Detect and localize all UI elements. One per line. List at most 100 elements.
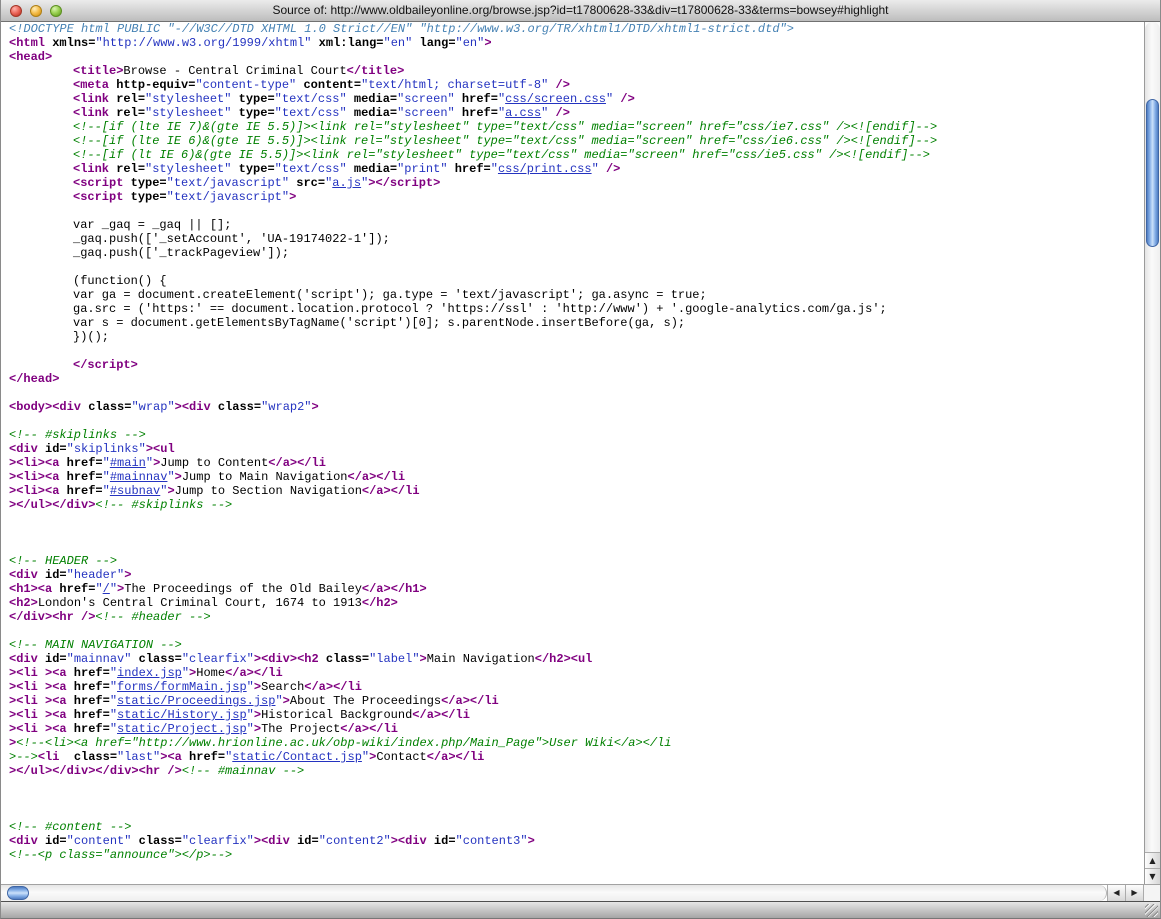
code-token: <link (73, 162, 109, 176)
code-token: Search (261, 680, 304, 694)
code-token: " (247, 722, 254, 736)
code-token: (function() { (73, 274, 167, 288)
minimize-button[interactable] (30, 5, 42, 17)
source-line (9, 204, 1144, 218)
source-line (9, 624, 1144, 638)
source-link[interactable]: a.js (332, 176, 361, 190)
source-link[interactable]: static/Contact.jsp (232, 750, 362, 764)
resize-grip-icon[interactable] (1145, 904, 1158, 917)
scroll-left-icon[interactable]: ◀ (1107, 885, 1125, 901)
title-bar[interactable]: Source of: http://www.oldbaileyonline.or… (1, 0, 1160, 22)
source-link[interactable]: / (103, 582, 110, 596)
code-token: "content" (67, 834, 132, 848)
source-line: <!--[if (lte IE 6)&(gte IE 5.5)]><link r… (9, 134, 1144, 148)
code-token: "text/css" (275, 162, 347, 176)
horizontal-scrollbar-track[interactable] (1, 885, 1107, 901)
code-token: ><li><a (9, 470, 59, 484)
code-token: "clearfix" (182, 652, 254, 666)
code-token: <script (73, 190, 123, 204)
code-token: id= (38, 568, 67, 582)
source-line: <!--<p class="announce"></p>--> (9, 848, 1144, 862)
close-button[interactable] (10, 5, 22, 17)
source-line: ><li ><a href="index.jsp">Home</a></li (9, 666, 1144, 680)
source-link[interactable]: static/Proceedings.jsp (117, 694, 275, 708)
source-link[interactable]: #subnav (110, 484, 160, 498)
source-line: <!--[if (lte IE 7)&(gte IE 5.5)]><link r… (9, 120, 1144, 134)
code-token: The Proceedings of the Old Bailey (124, 582, 362, 596)
code-token: </h2> (362, 596, 398, 610)
code-token: /> (599, 162, 621, 176)
scroll-up-icon[interactable]: ▲ (1145, 852, 1160, 868)
code-token: " (110, 582, 117, 596)
code-token: <div (9, 652, 38, 666)
code-token: </a></li (412, 708, 470, 722)
code-token: <!-- MAIN NAVIGATION --> (9, 638, 182, 652)
code-token: lang= (412, 36, 455, 50)
vertical-scrollbar[interactable]: ▲ ▼ (1144, 22, 1160, 884)
code-token: </a></h1> (362, 582, 427, 596)
code-token: <meta (73, 78, 109, 92)
code-token: "stylesheet" (145, 92, 231, 106)
code-token: " (182, 666, 189, 680)
code-token: rel= (109, 106, 145, 120)
vertical-scrollbar-arrows: ▲ ▼ (1145, 852, 1160, 884)
code-token: "last" (117, 750, 160, 764)
source-link[interactable]: forms/formMain.jsp (117, 680, 247, 694)
code-token: var ga = document.createElement('script'… (73, 288, 707, 302)
code-token: "content-type" (195, 78, 296, 92)
source-code-view[interactable]: <!DOCTYPE html PUBLIC "-//W3C//DTD XHTML… (1, 22, 1144, 884)
horizontal-scrollbar-thumb[interactable] (7, 886, 29, 900)
code-token: type= (123, 190, 166, 204)
code-token: ><div><h2 (254, 652, 319, 666)
source-line: ><li><a href="#mainnav">Jump to Main Nav… (9, 470, 1144, 484)
source-link[interactable]: a.css (505, 106, 541, 120)
code-token: " (95, 582, 102, 596)
source-link[interactable]: #mainnav (110, 470, 168, 484)
source-line: <link rel="stylesheet" type="text/css" m… (9, 106, 1144, 120)
code-token: ><ul (146, 442, 175, 456)
traffic-lights (10, 5, 62, 17)
source-link[interactable]: css/screen.css (505, 92, 606, 106)
zoom-button[interactable] (50, 5, 62, 17)
vertical-scrollbar-thumb[interactable] (1146, 99, 1159, 247)
source-line: <!-- #skiplinks --> (9, 428, 1144, 442)
code-token: Jump to Content (160, 456, 268, 470)
source-line: ><li ><a href="static/History.jsp">Histo… (9, 708, 1144, 722)
vertical-scrollbar-track[interactable] (1145, 22, 1160, 852)
code-token: media= (347, 92, 397, 106)
source-link[interactable]: #main (110, 456, 146, 470)
source-line (9, 260, 1144, 274)
code-token: rel= (109, 92, 145, 106)
code-token: <html (9, 36, 45, 50)
code-token: > (167, 484, 174, 498)
code-token: href= (59, 484, 102, 498)
code-token: class= (81, 400, 131, 414)
code-token: href= (59, 456, 102, 470)
code-token: </a></li (225, 666, 283, 680)
code-token: > (283, 694, 290, 708)
source-link[interactable]: static/History.jsp (117, 708, 247, 722)
code-token: /> (548, 78, 570, 92)
code-token: " (247, 680, 254, 694)
source-line: var ga = document.createElement('script'… (9, 288, 1144, 302)
code-token: <h2> (9, 596, 38, 610)
code-token: "clearfix" (182, 834, 254, 848)
code-token: </a></li (268, 456, 326, 470)
code-token: <!--[if (lt IE 6)&(gte IE 5.5)]><link re… (73, 148, 930, 162)
source-link[interactable]: static/Project.jsp (117, 722, 247, 736)
code-token: "text/javascript" (167, 176, 289, 190)
code-token: " (247, 708, 254, 722)
source-line: <div id="content" class="clearfix"><div … (9, 834, 1144, 848)
source-link[interactable]: index.jsp (117, 666, 182, 680)
code-token: </a></li (304, 680, 362, 694)
scroll-right-icon[interactable]: ▶ (1125, 885, 1143, 901)
source-link[interactable]: css/print.css (498, 162, 592, 176)
source-line: <html xmlns="http://www.w3.org/1999/xhtm… (9, 36, 1144, 50)
code-token: ><li ><a (9, 680, 67, 694)
scroll-down-icon[interactable]: ▼ (1145, 868, 1160, 884)
code-token: </div><hr /> (9, 610, 95, 624)
code-token: ><li ><a (9, 722, 67, 736)
code-token: ></ul></div> (9, 498, 95, 512)
source-line: ><li ><a href="static/Proceedings.jsp">A… (9, 694, 1144, 708)
code-token: id= (427, 834, 456, 848)
